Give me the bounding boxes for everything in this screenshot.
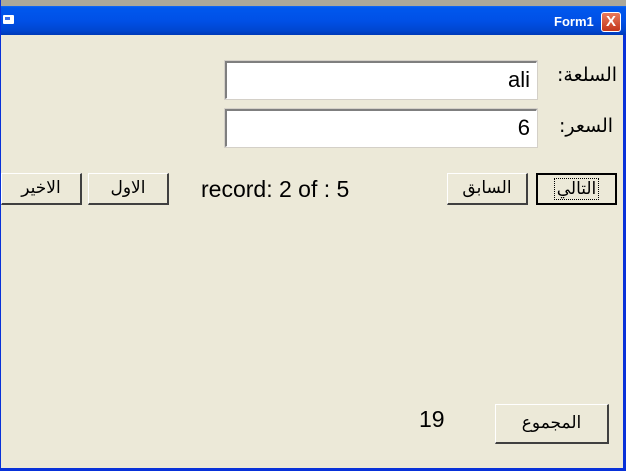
close-button[interactable]: X <box>601 12 621 32</box>
record-counter: record: 2 of : 5 <box>201 176 350 202</box>
next-button[interactable]: التالي <box>536 173 617 205</box>
item-input[interactable]: ali <box>224 60 538 100</box>
close-icon: X <box>605 13 616 30</box>
price-label: السعر: <box>559 115 614 137</box>
first-button-label: الاول <box>110 178 146 198</box>
next-button-label: التالي <box>553 178 600 200</box>
total-button[interactable]: المجموع <box>495 404 609 444</box>
title-bar[interactable]: Form1 X <box>1 0 626 35</box>
first-button[interactable]: الاول <box>88 173 169 205</box>
total-button-label: المجموع <box>521 413 582 433</box>
window-title: Form1 <box>554 14 594 29</box>
last-button-label: الاخير <box>21 178 61 198</box>
total-value: 19 <box>419 406 445 432</box>
form-window: Form1 X السلعة: ali السعر: 6 الاخير الاو… <box>0 0 626 471</box>
title-bar-top-strip <box>1 0 626 6</box>
last-button[interactable]: الاخير <box>1 173 82 205</box>
previous-button-label: السابق <box>462 178 512 198</box>
app-icon[interactable] <box>3 15 14 24</box>
item-label: السلعة: <box>557 64 618 86</box>
previous-button[interactable]: السابق <box>447 173 528 205</box>
price-input[interactable]: 6 <box>224 108 538 148</box>
